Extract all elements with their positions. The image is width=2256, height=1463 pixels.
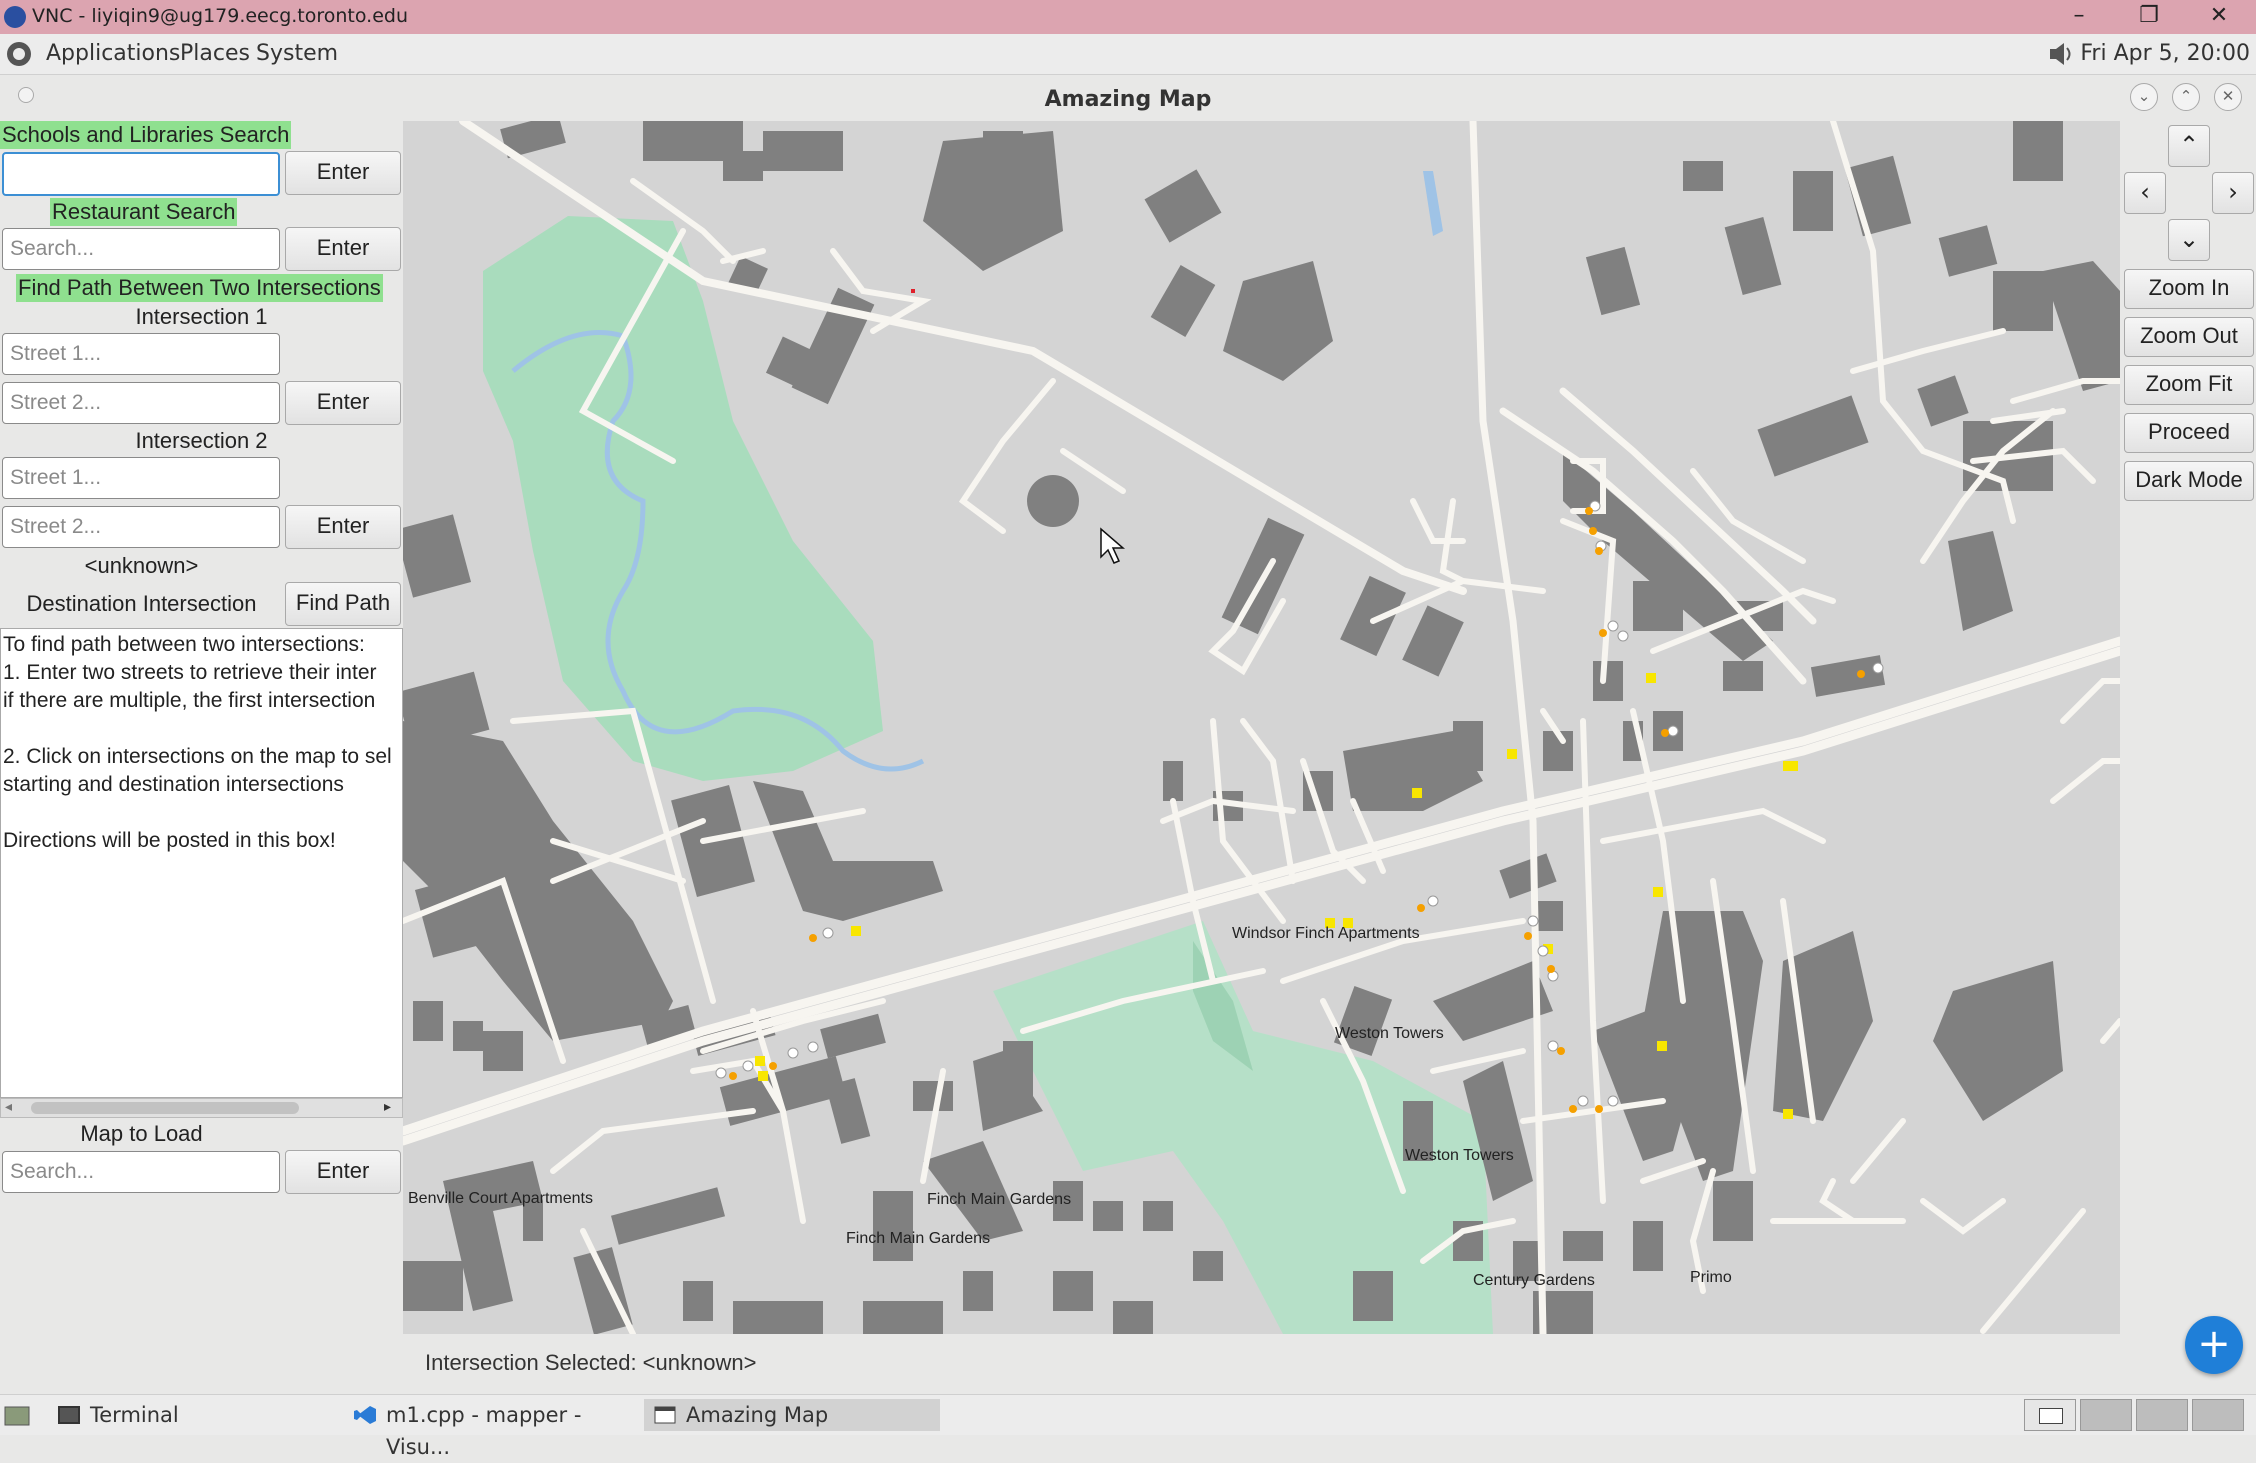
restore-button[interactable]: ❐ [2124, 0, 2174, 34]
window-close-button[interactable]: ✕ [2214, 83, 2242, 111]
window-maximize-button[interactable]: ⌃ [2172, 83, 2200, 111]
close-button[interactable]: ✕ [2194, 0, 2244, 34]
gnome-foot-icon[interactable] [4, 39, 34, 69]
minimize-button[interactable]: – [2054, 0, 2104, 34]
menu-places[interactable]: Places [180, 41, 250, 66]
map-canvas[interactable]: Windsor Finch Apartments Weston Towers W… [403, 121, 2120, 1334]
directions-scrollbar[interactable]: ◂ ▸ [0, 1098, 403, 1118]
zoom-out-button[interactable]: Zoom Out [2124, 317, 2254, 357]
dark-mode-button[interactable]: Dark Mode [2124, 461, 2254, 501]
pan-up-button[interactable]: ⌃ [2168, 125, 2210, 167]
intersection1-label: Intersection 1 [135, 304, 268, 329]
map-label: Weston Towers [1335, 1025, 1444, 1042]
terminal-icon [58, 1406, 80, 1424]
right-panel: ⌃ ‹ › ⌄ Zoom In Zoom Out Zoom Fit Procee… [2120, 121, 2256, 1334]
destination-label: Destination Intersection [26, 591, 257, 616]
vnc-title-bar: VNC - liyiqin9@ug179.eecg.toronto.edu – … [0, 0, 2256, 34]
vscode-icon [354, 1406, 376, 1424]
map-label: Windsor Finch Apartments [1232, 925, 1420, 942]
pan-down-button[interactable]: ⌄ [2168, 219, 2210, 261]
pan-left-button[interactable]: ‹ [2124, 172, 2166, 214]
pan-right-button[interactable]: › [2212, 172, 2254, 214]
workspace-1[interactable] [2024, 1399, 2076, 1431]
map-svg[interactable]: Windsor Finch Apartments Weston Towers W… [403, 121, 2120, 1334]
zoom-in-button[interactable]: Zoom In [2124, 269, 2254, 309]
restaurant-enter-button[interactable]: Enter [285, 227, 401, 271]
scroll-left-icon[interactable]: ◂ [5, 1099, 12, 1115]
taskbar-item-terminal[interactable]: Terminal [48, 1399, 348, 1431]
map-load-enter-button[interactable]: Enter [285, 1150, 401, 1194]
selected-point [911, 289, 915, 293]
schools-enter-button[interactable]: Enter [285, 151, 401, 195]
taskbar-item-amazing-map[interactable]: Amazing Map [644, 1399, 940, 1431]
window-menu-icon[interactable] [18, 87, 34, 103]
workspace-4[interactable] [2192, 1399, 2244, 1431]
menu-applications[interactable]: Applications [46, 41, 180, 66]
find-path-header: Find Path Between Two Intersections [16, 274, 383, 302]
map-label: Benville Court Apartments [408, 1190, 593, 1207]
show-desktop-icon[interactable] [4, 1403, 30, 1427]
app-title: Amazing Map [1044, 87, 1212, 112]
volume-icon[interactable] [2046, 39, 2076, 69]
workspace-3[interactable] [2136, 1399, 2188, 1431]
intersection1-street1-input[interactable]: Street 1... [2, 333, 280, 375]
map-label: Finch Main Gardens [846, 1230, 990, 1247]
status-bar: Intersection Selected: <unknown> [403, 1334, 2120, 1394]
map-label: Weston Towers [1405, 1147, 1514, 1164]
clock[interactable]: Fri Apr 5, 20:00 [2080, 41, 2250, 66]
intersection1-enter-button[interactable]: Enter [285, 381, 401, 425]
app-title-bar: Amazing Map [0, 75, 2256, 121]
top-panel: Applications Places System Fri Apr 5, 20… [0, 34, 2256, 75]
zoom-fit-button[interactable]: Zoom Fit [2124, 365, 2254, 405]
intersection2-street2-input[interactable]: Street 2... [2, 506, 280, 548]
restaurant-search-header: Restaurant Search [50, 198, 238, 226]
map-label: Finch Main Gardens [927, 1191, 1071, 1208]
map-label: Primo [1690, 1269, 1732, 1286]
intersection2-street1-input[interactable]: Street 1... [2, 457, 280, 499]
taskbar-label: Amazing Map [686, 1403, 829, 1427]
taskbar: Terminal m1.cpp - mapper - Visu... Amazi… [0, 1394, 2256, 1459]
map-label: Century Gardens [1473, 1272, 1595, 1289]
proceed-button[interactable]: Proceed [2124, 413, 2254, 453]
find-path-button[interactable]: Find Path [285, 582, 401, 626]
workspace-2[interactable] [2080, 1399, 2132, 1431]
vnc-icon [4, 6, 26, 28]
vnc-window-title: VNC - liyiqin9@ug179.eecg.toronto.edu [32, 5, 409, 27]
window-minimize-button[interactable]: ⌄ [2130, 83, 2158, 111]
window-icon [654, 1406, 676, 1424]
taskbar-item-vscode[interactable]: m1.cpp - mapper - Visu... [344, 1399, 644, 1459]
add-fab-button[interactable]: + [2185, 1316, 2243, 1374]
map-load-input[interactable]: Search... [2, 1151, 280, 1193]
taskbar-label: m1.cpp - mapper - Visu... [386, 1403, 582, 1459]
intersection1-street2-input[interactable]: Street 2... [2, 382, 280, 424]
schools-search-input[interactable] [2, 152, 280, 196]
taskbar-label: Terminal [90, 1403, 179, 1427]
scrollbar-thumb[interactable] [31, 1102, 299, 1114]
status-text: Intersection Selected: <unknown> [425, 1350, 757, 1375]
map-to-load-label: Map to Load [80, 1121, 203, 1146]
restaurant-search-input[interactable]: Search... [2, 228, 280, 270]
intersection2-enter-button[interactable]: Enter [285, 505, 401, 549]
destination-value: <unknown> [84, 553, 199, 578]
menu-system[interactable]: System [256, 41, 338, 66]
scroll-right-icon[interactable]: ▸ [384, 1099, 391, 1115]
directions-box[interactable]: To find path between two intersections: … [0, 628, 403, 1098]
intersection2-label: Intersection 2 [135, 428, 268, 453]
schools-search-header: Schools and Libraries Search [0, 121, 292, 149]
